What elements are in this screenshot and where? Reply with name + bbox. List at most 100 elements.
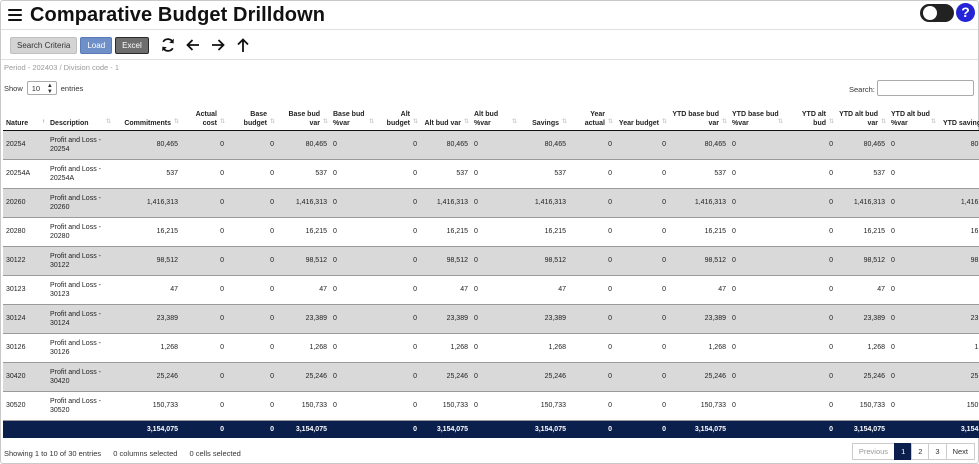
table-cell[interactable]: 0 — [181, 304, 227, 334]
load-button[interactable]: Load — [80, 36, 113, 54]
table-cell[interactable]: 537 — [277, 159, 330, 189]
column-header[interactable]: YTD alt bud ⇅ — [785, 101, 836, 131]
table-cell[interactable]: 0 — [227, 362, 277, 392]
column-header[interactable]: Nature ↑ — [3, 101, 47, 131]
table-cell[interactable]: 0 — [615, 217, 669, 247]
table-cell[interactable]: 47 — [938, 275, 979, 305]
table-cell[interactable]: 0 — [376, 362, 420, 392]
table-cell[interactable]: 0 — [471, 362, 519, 392]
table-cell[interactable]: Profit and Loss - 20280 — [47, 217, 113, 247]
table-cell[interactable]: 47 — [420, 275, 471, 305]
column-header[interactable]: YTD savings⇅ — [938, 101, 979, 131]
table-cell[interactable]: 16,215 — [113, 217, 181, 247]
table-cell[interactable]: 0 — [227, 217, 277, 247]
table-cell[interactable]: 23,389 — [277, 304, 330, 334]
table-cell[interactable]: 0 — [615, 246, 669, 276]
table-cell[interactable]: 16,215 — [938, 217, 979, 247]
table-cell[interactable]: 0 — [330, 391, 376, 421]
table-cell[interactable]: 0 — [181, 130, 227, 160]
table-cell[interactable]: 0 — [471, 333, 519, 363]
table-cell[interactable]: 16,215 — [836, 217, 888, 247]
page-button-1[interactable]: 1 — [894, 443, 913, 460]
table-cell[interactable]: 98,512 — [277, 246, 330, 276]
table-cell[interactable]: 537 — [420, 159, 471, 189]
table-cell[interactable]: 80,465 — [836, 130, 888, 160]
table-row[interactable]: 30420 Profit and Loss - 30420 25,246 0 0 25,2… — [3, 362, 979, 392]
table-cell[interactable]: 0 — [181, 159, 227, 189]
table-cell[interactable]: Profit and Loss - 20254A — [47, 159, 113, 189]
table-cell[interactable]: 98,512 — [420, 246, 471, 276]
table-cell[interactable]: 0 — [330, 304, 376, 334]
table-cell[interactable]: 23,389 — [420, 304, 471, 334]
next-page-button[interactable]: Next — [945, 443, 975, 460]
table-cell[interactable]: 0 — [615, 304, 669, 334]
search-criteria-button[interactable]: Search Criteria — [10, 36, 78, 54]
table-cell[interactable]: 0 — [471, 159, 519, 189]
table-cell[interactable]: 0 — [181, 217, 227, 247]
table-cell[interactable]: 47 — [113, 275, 181, 305]
table-cell[interactable]: 30124 — [3, 304, 47, 334]
table-cell[interactable]: 1,416,313 — [836, 188, 888, 218]
table-cell[interactable]: 0 — [729, 391, 785, 421]
table-cell[interactable]: 16,215 — [277, 217, 330, 247]
table-cell[interactable]: 30420 — [3, 362, 47, 392]
table-cell[interactable]: 1,416,313 — [277, 188, 330, 218]
table-cell[interactable]: 0 — [729, 304, 785, 334]
table-cell[interactable]: 0 — [471, 130, 519, 160]
table-cell[interactable]: 0 — [376, 188, 420, 218]
table-cell[interactable]: 0 — [181, 246, 227, 276]
table-cell[interactable]: 0 — [330, 362, 376, 392]
column-header[interactable]: Actual cost ⇅ — [181, 101, 227, 131]
table-cell[interactable]: Profit and Loss - 30124 — [47, 304, 113, 334]
table-cell[interactable]: 0 — [181, 275, 227, 305]
table-row[interactable]: 30124 Profit and Loss - 30124 23,389 0 0 23,3… — [3, 304, 979, 334]
table-cell[interactable]: 1,416,313 — [669, 188, 729, 218]
table-cell[interactable]: 0 — [888, 362, 938, 392]
table-cell[interactable]: 537 — [938, 159, 979, 189]
table-cell[interactable]: 23,389 — [836, 304, 888, 334]
table-cell[interactable]: 0 — [181, 333, 227, 363]
table-cell[interactable]: 23,389 — [519, 304, 569, 334]
table-cell[interactable]: 0 — [615, 333, 669, 363]
menu-icon[interactable] — [8, 9, 22, 21]
table-row[interactable]: 20254A Profit and Loss - 20254A 537 0 0 537 0 0… — [3, 159, 979, 189]
table-cell[interactable]: 0 — [569, 188, 615, 218]
table-cell[interactable]: 0 — [888, 304, 938, 334]
table-row[interactable]: 30123 Profit and Loss - 30123 47 0 0 47 0 0 47 0 4… — [3, 275, 979, 305]
table-cell[interactable]: 0 — [729, 275, 785, 305]
table-row[interactable]: 30122 Profit and Loss - 30122 98,512 0 0 98,5… — [3, 246, 979, 276]
table-cell[interactable]: 0 — [376, 391, 420, 421]
column-header[interactable]: Savings ⇅ — [519, 101, 569, 131]
entries-select[interactable]: 10 ▲ ▼ — [26, 81, 57, 95]
table-cell[interactable]: 0 — [615, 362, 669, 392]
table-cell[interactable]: 0 — [471, 188, 519, 218]
table-cell[interactable]: 80,465 — [669, 130, 729, 160]
table-cell[interactable]: 1,416,313 — [420, 188, 471, 218]
table-cell[interactable]: 0 — [785, 362, 836, 392]
table-cell[interactable]: 0 — [615, 391, 669, 421]
table-cell[interactable]: 80,465 — [519, 130, 569, 160]
table-cell[interactable]: 0 — [330, 333, 376, 363]
table-cell[interactable]: 0 — [181, 188, 227, 218]
search-input[interactable] — [877, 80, 974, 96]
table-cell[interactable]: 23,389 — [669, 304, 729, 334]
table-cell[interactable]: 0 — [471, 391, 519, 421]
table-cell[interactable]: 537 — [669, 159, 729, 189]
table-cell[interactable]: 0 — [785, 275, 836, 305]
table-cell[interactable]: 16,215 — [669, 217, 729, 247]
help-icon[interactable]: ? — [956, 3, 975, 22]
page-button-3[interactable]: 3 — [928, 443, 947, 460]
table-cell[interactable]: 1,268 — [277, 333, 330, 363]
table-row[interactable]: 20254 Profit and Loss - 20254 80,465 0 0 80,4… — [3, 130, 979, 160]
table-cell[interactable]: 1,268 — [669, 333, 729, 363]
table-cell[interactable]: 1,416,313 — [519, 188, 569, 218]
table-cell[interactable]: 25,246 — [420, 362, 471, 392]
column-header[interactable]: YTD base bud var ⇅ — [669, 101, 729, 131]
column-header[interactable]: Year actual ⇅ — [569, 101, 615, 131]
table-cell[interactable]: 0 — [471, 246, 519, 276]
table-cell[interactable]: 0 — [785, 391, 836, 421]
table-cell[interactable]: 0 — [227, 391, 277, 421]
arrow-left-icon[interactable] — [184, 36, 202, 54]
table-cell[interactable]: 150,733 — [938, 391, 979, 421]
table-cell[interactable]: 0 — [785, 188, 836, 218]
